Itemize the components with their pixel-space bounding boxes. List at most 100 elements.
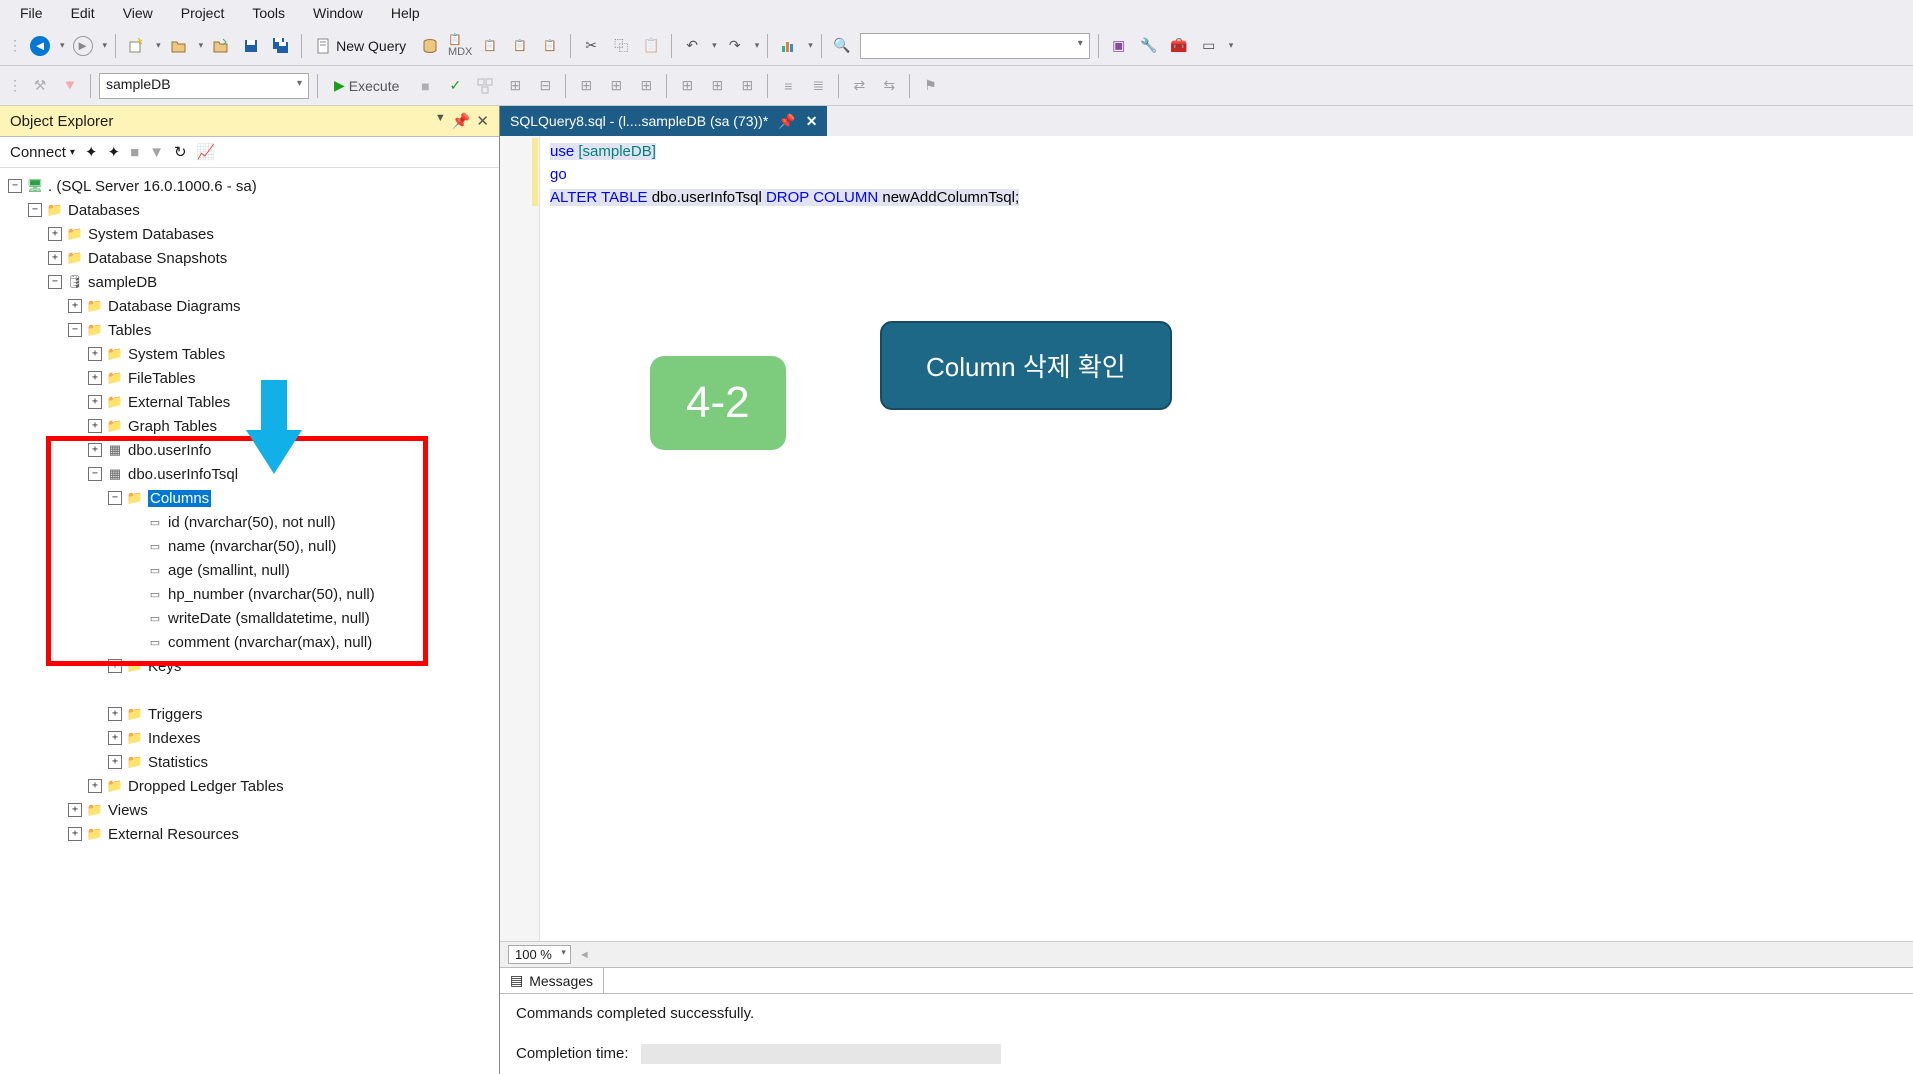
filter-tree-icon[interactable]: ▼ [149, 144, 164, 161]
indent-icon-4[interactable]: ⇆ [877, 74, 901, 98]
new-item-button[interactable] [124, 34, 148, 58]
tree-system-databases[interactable]: + 📁 System Databases [4, 222, 495, 246]
db-query-icon[interactable] [418, 34, 442, 58]
dropdown-icon[interactable]: ▼ [435, 112, 446, 130]
database-selector[interactable]: sampleDB [99, 73, 309, 99]
folder-icon: 📁 [126, 657, 144, 675]
bookmark-icon[interactable]: ⚑ [918, 74, 942, 98]
refresh-icon[interactable]: ↻ [174, 143, 187, 161]
filter-icon[interactable]: 🔻 [58, 74, 82, 98]
mdx-icon[interactable]: 📋MDX [448, 34, 472, 58]
tree-views[interactable]: + 📁 Views [4, 798, 495, 822]
menu-edit[interactable]: Edit [59, 2, 107, 24]
cut-icon[interactable]: ✂ [579, 34, 603, 58]
layout-icon[interactable]: ▭ [1197, 34, 1221, 58]
tree-tables[interactable]: − 📁 Tables [4, 318, 495, 342]
find-icon[interactable]: 🔍 [830, 34, 854, 58]
stop-icon[interactable]: ■ [413, 74, 437, 98]
tree-keys[interactable]: + 📁 Keys [4, 654, 495, 678]
menu-tools[interactable]: Tools [240, 2, 297, 24]
tree-external-resources[interactable]: + 📁 External Resources [4, 822, 495, 846]
nav-back-button[interactable]: ◄ [28, 34, 52, 58]
chart-icon[interactable] [776, 34, 800, 58]
indent-icon-1[interactable]: ≡ [776, 74, 800, 98]
new-query-button[interactable]: New Query [310, 36, 412, 56]
wrench-icon[interactable]: 🔧 [1137, 34, 1161, 58]
undo-icon[interactable]: ↶ [680, 34, 704, 58]
purple-icon[interactable]: ▣ [1107, 34, 1131, 58]
stop-small-icon[interactable]: ■ [130, 144, 139, 161]
tree-statistics[interactable]: + 📁 Statistics [4, 750, 495, 774]
menu-project[interactable]: Project [169, 2, 237, 24]
close-icon[interactable]: ✕ [476, 112, 489, 130]
hammer-icon[interactable]: ⚒ [28, 74, 52, 98]
code-editor[interactable]: use [sampleDB] go ALTER TABLE dbo.userIn… [500, 136, 1913, 941]
result-icon-2[interactable]: ⊞ [604, 74, 628, 98]
search-input[interactable] [867, 37, 1069, 52]
tree-col-comment[interactable]: ▭ comment (nvarchar(max), null) [4, 630, 495, 654]
folder-icon: 📁 [86, 801, 104, 819]
plan-icon-2[interactable]: ⊞ [503, 74, 527, 98]
tree-col-id[interactable]: ▭ id (nvarchar(50), not null) [4, 510, 495, 534]
pin-icon[interactable]: 📌 [452, 112, 471, 130]
messages-tab[interactable]: ▤ Messages [500, 968, 604, 993]
completion-time-redacted [641, 1044, 1001, 1064]
plan-icon-3[interactable]: ⊟ [533, 74, 557, 98]
tree-database-snapshots[interactable]: + 📁 Database Snapshots [4, 246, 495, 270]
dmx-icon[interactable]: 📋 [478, 34, 502, 58]
tree-col-age[interactable]: ▭ age (smallint, null) [4, 558, 495, 582]
indent-icon-3[interactable]: ⇄ [847, 74, 871, 98]
result-icon-5[interactable]: ⊞ [705, 74, 729, 98]
tree-server[interactable]: − 🖥 . (SQL Server 16.0.1000.6 - sa) [4, 174, 495, 198]
tree-col-name[interactable]: ▭ name (nvarchar(50), null) [4, 534, 495, 558]
open-file-button[interactable] [209, 34, 233, 58]
save-button[interactable] [239, 34, 263, 58]
menu-view[interactable]: View [111, 2, 165, 24]
check-icon[interactable]: ✓ [443, 74, 467, 98]
result-icon-4[interactable]: ⊞ [675, 74, 699, 98]
zoom-bar: 100 % ◄ [500, 941, 1913, 967]
result-icon-3[interactable]: ⊞ [634, 74, 658, 98]
tab-close-icon[interactable]: ✕ [806, 113, 818, 130]
nav-forward-button[interactable]: ► [71, 34, 95, 58]
connect-icon-1[interactable]: ✦ [85, 143, 98, 161]
menu-window[interactable]: Window [301, 2, 375, 24]
object-explorer-title: Object Explorer [10, 113, 113, 130]
tab-pin-icon[interactable]: 📌 [778, 113, 795, 130]
toolbox-icon[interactable]: 🧰 [1167, 34, 1191, 58]
tree-dropped-ledger[interactable]: + 📁 Dropped Ledger Tables [4, 774, 495, 798]
result-icon-6[interactable]: ⊞ [735, 74, 759, 98]
tree-database-diagrams[interactable]: + 📁 Database Diagrams [4, 294, 495, 318]
menu-help[interactable]: Help [379, 2, 432, 24]
execute-button[interactable]: ▶ Execute [326, 75, 407, 96]
tree-col-writedate[interactable]: ▭ writeDate (smalldatetime, null) [4, 606, 495, 630]
messages-tabs: ▤ Messages [500, 968, 1913, 994]
zoom-selector[interactable]: 100 % [508, 945, 571, 964]
open-button[interactable] [167, 34, 191, 58]
dax-icon[interactable]: 📋 [538, 34, 562, 58]
plan-icon-1[interactable] [473, 74, 497, 98]
tree-columns[interactable]: − 📁 Columns [4, 486, 495, 510]
connect-button[interactable]: Connect ▾ [10, 144, 75, 161]
tree-triggers[interactable]: + 📁 Triggers [4, 702, 495, 726]
object-explorer-header: Object Explorer ▼ 📌 ✕ [0, 106, 499, 137]
disconnect-icon[interactable]: ✦ [107, 143, 120, 161]
indent-icon-2[interactable]: ≣ [806, 74, 830, 98]
tree-system-tables[interactable]: + 📁 System Tables [4, 342, 495, 366]
result-icon-1[interactable]: ⊞ [574, 74, 598, 98]
tree-sampledb[interactable]: − 🛢 sampleDB [4, 270, 495, 294]
tree-databases[interactable]: − 📁 Databases [4, 198, 495, 222]
redo-icon[interactable]: ↷ [723, 34, 747, 58]
tree-col-hp[interactable]: ▭ hp_number (nvarchar(50), null) [4, 582, 495, 606]
paste-icon[interactable]: 📋 [639, 34, 663, 58]
menu-file[interactable]: File [8, 2, 55, 24]
xmla-icon[interactable]: 📋 [508, 34, 532, 58]
activity-icon[interactable]: 📈 [197, 143, 216, 161]
server-icon: 🖥 [26, 177, 44, 195]
database-icon: 🛢 [66, 273, 84, 291]
save-all-button[interactable] [269, 34, 293, 58]
copy-icon[interactable]: ⿻ [609, 34, 633, 58]
tree-indexes[interactable]: + 📁 Indexes [4, 726, 495, 750]
search-combo[interactable] [860, 33, 1090, 59]
tab-sqlquery8[interactable]: SQLQuery8.sql - (l....sampleDB (sa (73))… [500, 106, 827, 136]
